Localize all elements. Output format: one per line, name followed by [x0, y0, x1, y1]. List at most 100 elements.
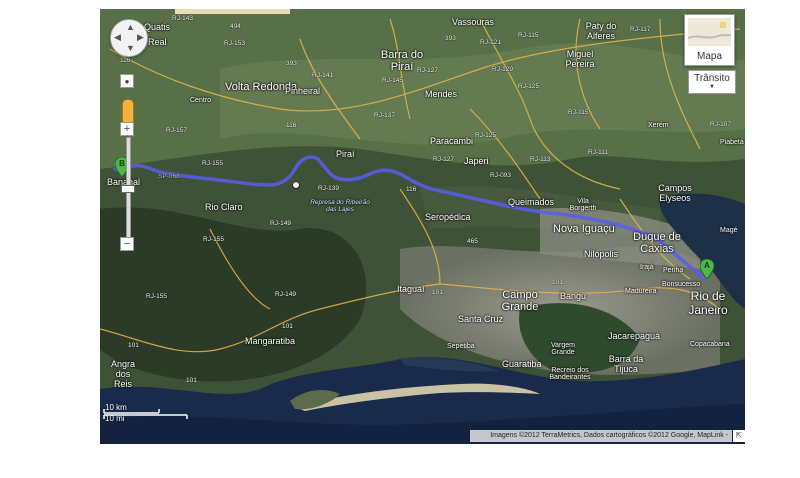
place-campo-grande[interactable]: Campo Grande [495, 289, 545, 313]
road-label: RJ-155 [202, 160, 223, 167]
place-represa[interactable]: Represa do Ribeirão das Lajes [310, 199, 370, 213]
place-vila-borgerth[interactable]: Vila Borgerth [566, 198, 600, 212]
place-rio-claro[interactable]: Rio Claro [205, 202, 243, 212]
place-copacabana[interactable]: Copacabana [690, 341, 730, 348]
place-penha[interactable]: Penha [663, 267, 683, 274]
street-view-pegman-icon[interactable] [122, 99, 134, 123]
road-label: RJ-113 [530, 156, 551, 163]
place-nilopolis[interactable]: Nilópolis [584, 249, 618, 259]
traffic-button[interactable]: Trânsito ▼ [688, 70, 736, 94]
place-guaratiba[interactable]: Guaratiba [502, 359, 542, 369]
road-label: 101 [432, 289, 443, 296]
place-nova-iguacu[interactable]: Nova Iguaçu [553, 223, 615, 235]
place-quatis[interactable]: Quatis [144, 22, 170, 32]
pan-up-icon[interactable]: ▲ [126, 23, 135, 32]
road-label: RJ-137 [374, 112, 395, 119]
reset-view-button[interactable]: ● [120, 74, 134, 88]
place-iraja[interactable]: Irajá [640, 264, 654, 271]
pan-down-icon[interactable]: ▼ [126, 44, 135, 53]
traffic-label: Trânsito [694, 73, 730, 84]
place-pirai[interactable]: Piraí [336, 149, 355, 159]
zoom-slider-handle[interactable] [121, 185, 135, 193]
road-label: 116 [286, 122, 297, 129]
route-start-marker[interactable]: A [699, 258, 715, 280]
place-vassouras[interactable]: Vassouras [452, 17, 494, 27]
road-label: RJ-115 [518, 32, 539, 39]
road-label: RJ-153 [224, 40, 245, 47]
road-label: 393 [286, 60, 297, 67]
map-thumbnail [687, 18, 732, 46]
road-label: RJ-149 [270, 220, 291, 227]
place-japeri[interactable]: Japeri [464, 156, 489, 166]
place-queimados[interactable]: Queimados [508, 197, 554, 207]
map-thumbnail-icon [687, 22, 732, 39]
place-bangu[interactable]: Bangu [560, 291, 586, 301]
place-seropedica[interactable]: Seropédica [425, 212, 471, 222]
map-type-label: Mapa [696, 51, 722, 62]
place-sepetiba[interactable]: Sepetiba [447, 343, 475, 350]
place-mendes[interactable]: Mendes [425, 89, 457, 99]
road-label: RJ-143 [172, 15, 193, 22]
place-miguel-pereira[interactable]: Miguel Pereira [560, 49, 600, 69]
road-label: 101 [128, 342, 139, 349]
scale-bar: 10 km 10 mi [103, 403, 191, 427]
road-label: 393 [445, 35, 456, 42]
place-mage[interactable]: Magé [720, 227, 738, 234]
place-rio-de-janeiro[interactable]: Rio de Janeiro [688, 289, 728, 317]
road-label: RJ-149 [275, 291, 296, 298]
place-xerem[interactable]: Xerém [648, 122, 669, 129]
place-madureira[interactable]: Madureira [625, 288, 657, 295]
map-canvas[interactable]: Volta Redonda Barra do Piraí Vassouras P… [100, 9, 745, 444]
expand-icon[interactable]: ⇱ [733, 430, 745, 442]
place-jacarepagua[interactable]: Jacarepaguá [608, 331, 660, 341]
place-centro[interactable]: Centro [190, 97, 211, 104]
place-barra-da-tijuca[interactable]: Barra da Tijuca [608, 354, 644, 374]
pan-control[interactable]: ▲ ▼ ◀ ▶ [110, 19, 148, 57]
road-label: RJ-129 [492, 66, 513, 73]
road-label: 116 [406, 186, 417, 193]
place-recreio[interactable]: Recreio dos Bandeirantes [540, 367, 600, 381]
place-santa-cruz[interactable]: Santa Cruz [458, 314, 503, 324]
start-marker-label: A [704, 261, 710, 270]
road-label: RJ-093 [490, 172, 511, 179]
place-piabeta[interactable]: Piabetá [720, 139, 744, 146]
attribution: Imagens ©2012 TerraMetrics, Dados cartog… [470, 430, 732, 442]
pan-right-icon[interactable]: ▶ [137, 33, 144, 42]
road-label: RJ-117 [630, 26, 651, 33]
road-label: RJ-155 [146, 293, 167, 300]
place-paty-do-alferes[interactable]: Paty do Alferes [576, 21, 626, 41]
road-label: 101 [552, 279, 563, 286]
road-label: RJ-125 [475, 132, 496, 139]
place-angra-dos-reis[interactable]: Angra dos Reis [108, 359, 138, 389]
road-label: RJ-157 [166, 127, 187, 134]
road-label: RJ-115 [568, 109, 589, 116]
place-bonsucesso[interactable]: Bonsucesso [662, 281, 700, 288]
place-mangaratiba[interactable]: Mangaratiba [245, 336, 295, 346]
road-label: RJ-127 [417, 67, 438, 74]
place-real[interactable]: Real [148, 37, 167, 47]
place-duque-de-caxias[interactable]: Duque de Caxias [627, 231, 687, 255]
road-label: 116 [120, 57, 131, 64]
map-type-button[interactable]: Mapa [684, 14, 735, 66]
place-itaguai[interactable]: Itaguaí [397, 284, 425, 294]
place-pinheiral[interactable]: Pinheiral [285, 86, 320, 96]
road-label: RJ-125 [518, 83, 539, 90]
road-label: SP-068 [158, 173, 180, 180]
top-map-edge [175, 9, 290, 14]
scale-ruler [103, 409, 188, 419]
road-label: RJ-127 [433, 156, 454, 163]
place-vargem-grande[interactable]: Vargem Grande [543, 342, 583, 356]
road-label: 465 [467, 238, 478, 245]
road-label: RJ-139 [318, 185, 339, 192]
place-paracambi[interactable]: Paracambi [430, 136, 473, 146]
place-campos-elyseos[interactable]: Campos Elyseos [655, 183, 695, 203]
road-label: RJ-141 [312, 72, 333, 79]
road-label: RJ-121 [480, 39, 501, 46]
road-label: RJ-111 [588, 149, 608, 156]
zoom-in-button[interactable]: + [120, 122, 134, 136]
road-label: RJ-107 [710, 121, 731, 128]
road-label: 101 [282, 323, 293, 330]
road-label: 101 [186, 377, 197, 384]
pan-left-icon[interactable]: ◀ [114, 33, 121, 42]
zoom-out-button[interactable]: − [120, 237, 134, 251]
